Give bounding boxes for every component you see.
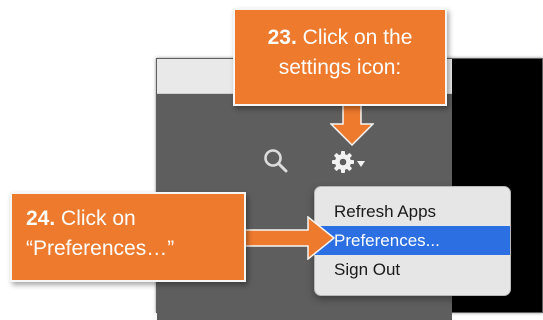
- chevron-down-icon: [357, 161, 365, 167]
- menu-item-sign-out[interactable]: Sign Out: [315, 255, 510, 284]
- step-number: 23.: [267, 26, 297, 49]
- step-number: 24.: [26, 207, 56, 230]
- arrow-to-preferences: [244, 216, 336, 260]
- settings-dropdown-menu: Refresh Apps Preferences... Sign Out: [314, 186, 511, 296]
- settings-button[interactable]: [331, 148, 373, 176]
- callout-step-24: 24. Click on “Preferences…”: [10, 192, 246, 282]
- callout-step-23: 23. Click on the settings icon:: [233, 8, 447, 106]
- step-instruction: Click on the settings icon:: [278, 26, 413, 79]
- menu-item-refresh-apps[interactable]: Refresh Apps: [315, 197, 510, 226]
- search-icon: [264, 149, 288, 173]
- menu-item-preferences[interactable]: Preferences...: [315, 226, 510, 255]
- search-button[interactable]: [261, 146, 291, 176]
- gear-icon: [332, 151, 354, 173]
- arrow-to-settings: [330, 104, 374, 146]
